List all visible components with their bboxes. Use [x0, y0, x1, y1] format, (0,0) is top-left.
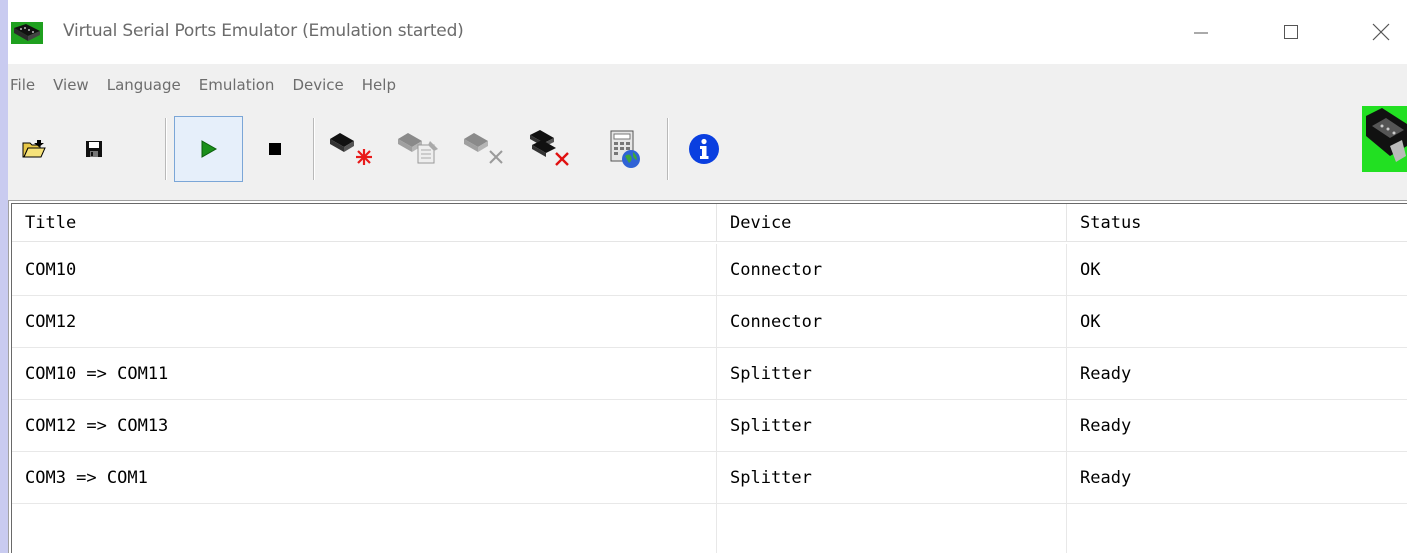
table-row[interactable]: COM12 => COM13 Splitter Ready	[12, 400, 1407, 452]
row-title: COM12 => COM13	[12, 400, 717, 452]
row-title: COM12	[12, 296, 717, 348]
toolbar-separator	[165, 118, 167, 180]
table-row[interactable]: COM12 Connector OK	[12, 296, 1407, 348]
info-icon	[689, 134, 719, 164]
table-row[interactable]: COM10 Connector OK	[12, 244, 1407, 296]
row-status: Ready	[1067, 400, 1407, 452]
toolbar-separator	[313, 118, 315, 180]
vspe-app-icon	[11, 22, 43, 44]
maximize-button[interactable]	[1246, 0, 1336, 64]
table-row[interactable]: COM10 => COM11 Splitter Ready	[12, 348, 1407, 400]
web-calculator-button[interactable]	[593, 116, 653, 182]
empty-cell	[1067, 504, 1407, 553]
row-status: OK	[1067, 296, 1407, 348]
start-emulation-icon	[201, 140, 217, 158]
row-title: COM10 => COM11	[12, 348, 717, 400]
minimize-icon	[1194, 32, 1208, 34]
edit-device-icon	[398, 133, 438, 164]
window-title: Virtual Serial Ports Emulator (Emulation…	[63, 21, 464, 41]
devices-table-frame: Title Device Status COM10 Connector OK C…	[11, 203, 1407, 553]
menu-bar: File View Language Emulation Device Help	[8, 64, 1407, 106]
row-status: OK	[1067, 244, 1407, 296]
menu-emulation[interactable]: Emulation	[190, 70, 284, 100]
row-device: Splitter	[717, 400, 1067, 452]
menu-device[interactable]: Device	[283, 70, 352, 100]
save-button[interactable]	[64, 116, 124, 182]
toolbar	[8, 106, 1407, 200]
save-icon	[86, 141, 102, 157]
table-header: Title Device Status	[12, 204, 1407, 242]
vspe-logo-icon	[1362, 106, 1407, 172]
start-emulation-button[interactable]	[174, 116, 243, 182]
close-button[interactable]	[1336, 0, 1407, 64]
about-button[interactable]	[674, 116, 734, 182]
app-window: Virtual Serial Ports Emulator (Emulation…	[8, 0, 1407, 553]
menu-help[interactable]: Help	[353, 70, 405, 100]
row-title: COM10	[12, 244, 717, 296]
row-device: Splitter	[717, 452, 1067, 504]
row-status: Ready	[1067, 452, 1407, 504]
menu-file[interactable]: File	[8, 70, 44, 100]
title-bar[interactable]: Virtual Serial Ports Emulator (Emulation…	[8, 0, 1407, 64]
menu-language[interactable]: Language	[98, 70, 190, 100]
create-device-icon	[330, 133, 372, 165]
create-device-button[interactable]	[323, 116, 383, 182]
row-title: COM3 => COM1	[12, 452, 717, 504]
column-header-device[interactable]: Device	[717, 204, 1067, 242]
devices-table: Title Device Status COM10 Connector OK C…	[8, 200, 1407, 553]
toolbar-separator	[667, 118, 669, 180]
row-device: Connector	[717, 244, 1067, 296]
stop-emulation-button[interactable]	[245, 116, 305, 182]
row-status: Ready	[1067, 348, 1407, 400]
empty-cell	[12, 504, 717, 553]
delete-device-icon	[464, 133, 503, 164]
menu-view[interactable]: View	[44, 70, 98, 100]
open-icon	[22, 140, 46, 158]
table-empty-area[interactable]	[12, 504, 1407, 553]
table-body: COM10 Connector OK COM12 Connector OK CO…	[12, 244, 1407, 553]
maximize-icon	[1284, 25, 1298, 39]
delete-all-devices-icon	[530, 130, 569, 166]
row-device: Splitter	[717, 348, 1067, 400]
row-device: Connector	[717, 296, 1067, 348]
edit-device-button[interactable]	[389, 116, 449, 182]
minimize-button[interactable]	[1156, 0, 1246, 64]
open-button[interactable]	[8, 116, 64, 182]
delete-device-button[interactable]	[455, 116, 515, 182]
column-header-title[interactable]: Title	[12, 204, 717, 242]
delete-all-devices-button[interactable]	[521, 116, 581, 182]
close-icon	[1372, 23, 1390, 41]
stop-emulation-icon	[269, 143, 281, 155]
web-calculator-icon	[610, 130, 640, 168]
column-header-status[interactable]: Status	[1067, 204, 1407, 242]
table-row[interactable]: COM3 => COM1 Splitter Ready	[12, 452, 1407, 504]
empty-cell	[717, 504, 1067, 553]
